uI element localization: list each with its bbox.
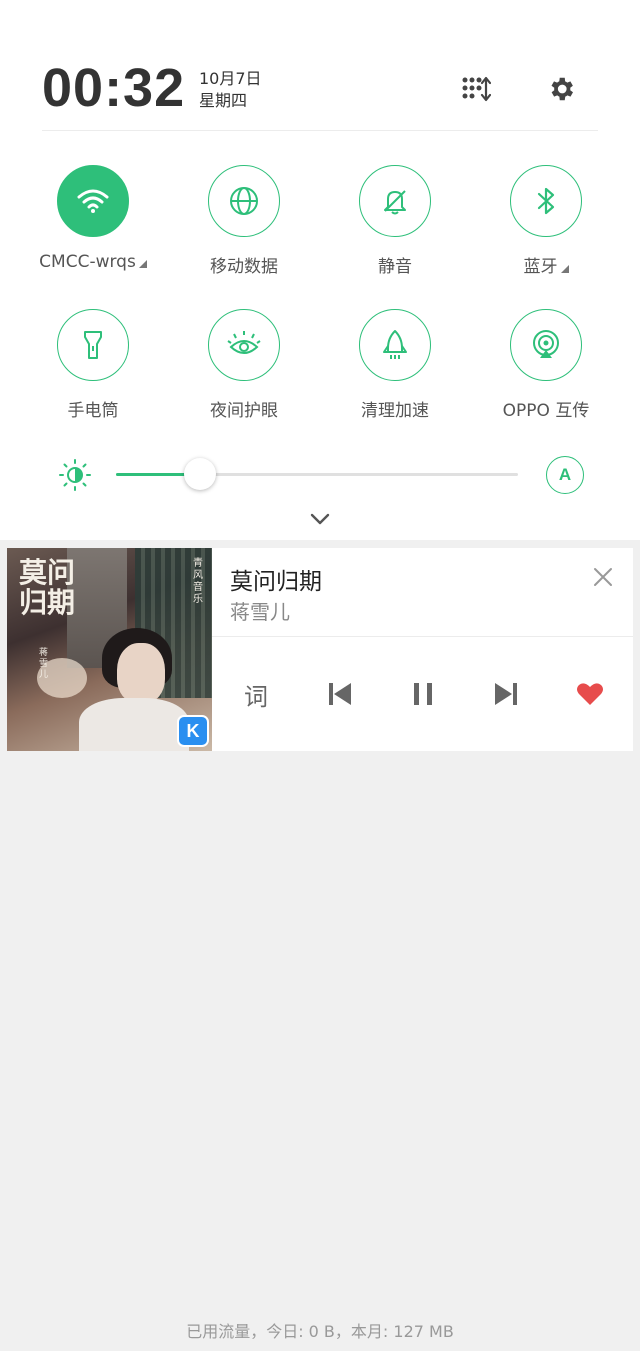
tile-label-wifi: CMCC-wrqs xyxy=(18,252,168,272)
lyrics-button[interactable]: 词 xyxy=(239,674,273,714)
tile-clean-boost[interactable]: 清理加速 xyxy=(320,309,470,439)
tile-label-flashlight: 手电筒 xyxy=(67,401,119,421)
previous-track-icon[interactable] xyxy=(325,674,355,714)
cover-singer-text: 蒋雪儿 xyxy=(39,648,49,680)
tile-label-bluetooth: 蓝牙 xyxy=(471,252,621,277)
tile-label-clean-boost: 清理加速 xyxy=(361,401,429,421)
quick-settings-panel: 00:32 10月7日 星期四 CMCC-wrqs 移动数据 静音 蓝牙 手电筒… xyxy=(0,0,640,540)
edit-tiles-icon[interactable] xyxy=(456,69,496,109)
kugou-app-icon: K xyxy=(177,715,209,747)
heart-icon[interactable] xyxy=(573,674,607,714)
tile-label-mobile-data: 移动数据 xyxy=(210,257,278,277)
expand-triangle-icon xyxy=(138,260,147,268)
rocket-icon[interactable] xyxy=(359,309,431,381)
album-cover[interactable]: 莫问归期 青风音乐 蒋雪儿 K xyxy=(7,548,212,751)
cover-title-text: 莫问归期 xyxy=(19,556,76,619)
eye-icon[interactable] xyxy=(208,309,280,381)
brightness-slider-thumb[interactable] xyxy=(184,458,217,490)
date-block: 10月7日 星期四 xyxy=(199,68,262,112)
globe-icon[interactable] xyxy=(208,165,280,237)
tile-oppo-share[interactable]: OPPO 互传 xyxy=(471,309,621,439)
song-artist: 蒋雪儿 xyxy=(230,600,290,624)
date-label: 10月7日 xyxy=(199,69,262,88)
brightness-icon xyxy=(58,458,92,492)
tile-night-mode[interactable]: 夜间护眼 xyxy=(169,309,319,439)
tile-label-oppo-share: OPPO 互传 xyxy=(502,401,590,421)
flashlight-icon[interactable] xyxy=(57,309,129,381)
auto-brightness-button[interactable]: A xyxy=(546,456,584,494)
cover-side-text: 青风音乐 xyxy=(193,558,203,605)
tile-bluetooth[interactable]: 蓝牙 xyxy=(471,165,621,295)
gear-icon[interactable] xyxy=(541,69,581,109)
brightness-row: A xyxy=(0,450,640,500)
brightness-slider[interactable] xyxy=(116,458,518,490)
bell-off-icon[interactable] xyxy=(359,165,431,237)
header-divider xyxy=(42,130,598,131)
tile-label-silent: 静音 xyxy=(378,257,412,277)
share-icon[interactable] xyxy=(510,309,582,381)
tile-silent[interactable]: 静音 xyxy=(320,165,470,295)
tile-label-night-mode: 夜间护眼 xyxy=(210,401,278,421)
tile-mobile-data[interactable]: 移动数据 xyxy=(169,165,319,295)
bluetooth-icon[interactable] xyxy=(510,165,582,237)
tile-wifi[interactable]: CMCC-wrqs xyxy=(18,165,168,295)
clock-time: 00:32 xyxy=(42,58,186,118)
wifi-icon[interactable] xyxy=(57,165,129,237)
music-divider xyxy=(212,636,633,637)
expand-triangle-icon xyxy=(560,265,569,273)
pause-icon[interactable] xyxy=(408,674,438,714)
chevron-down-icon[interactable] xyxy=(305,508,335,530)
music-notification[interactable]: 莫问归期 青风音乐 蒋雪儿 K 莫问归期 蒋雪儿 词 xyxy=(7,548,633,751)
kugou-badge-letter: K xyxy=(186,720,200,741)
close-icon[interactable] xyxy=(590,564,616,590)
tile-flashlight[interactable]: 手电筒 xyxy=(18,309,168,439)
cover-art-body xyxy=(79,698,189,751)
weekday-label: 星期四 xyxy=(199,91,248,110)
next-track-icon[interactable] xyxy=(491,674,521,714)
song-title: 莫问归期 xyxy=(230,569,322,595)
cover-art-face xyxy=(117,643,165,703)
data-usage-text: 已用流量，今日: 0 B，本月: 127 MB xyxy=(186,1322,454,1341)
